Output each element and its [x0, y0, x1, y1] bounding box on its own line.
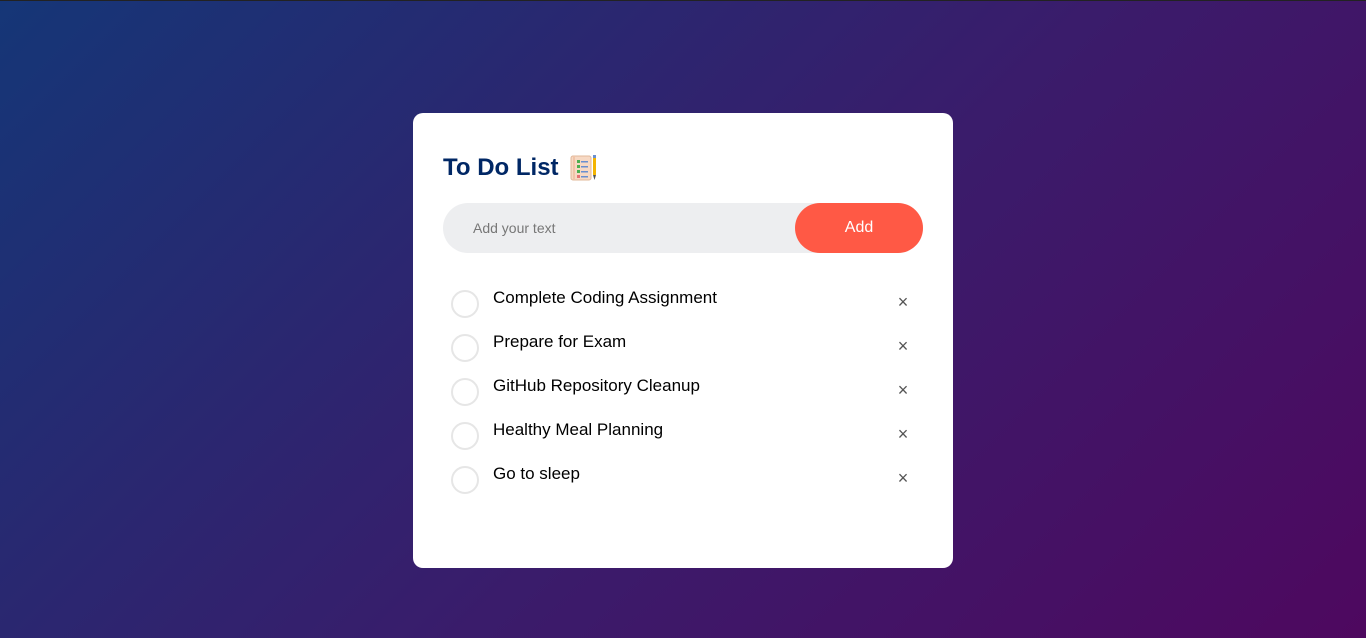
task-text: Prepare for Exam [493, 332, 627, 351]
task-item[interactable]: Go to sleep × [443, 454, 923, 498]
page-title: To Do List [443, 154, 559, 181]
notepad-checklist-icon [569, 153, 599, 183]
task-item[interactable]: Complete Coding Assignment × [443, 278, 923, 322]
unchecked-circle-icon[interactable] [451, 290, 479, 318]
unchecked-circle-icon[interactable] [451, 378, 479, 406]
task-text: Healthy Meal Planning [493, 420, 664, 439]
task-item[interactable]: GitHub Repository Cleanup × [443, 366, 923, 410]
todo-card: To Do List Add Com [413, 113, 953, 568]
close-icon[interactable]: × [893, 336, 913, 356]
task-text: Go to sleep [493, 464, 580, 483]
unchecked-circle-icon[interactable] [451, 334, 479, 362]
add-task-row: Add [443, 203, 923, 253]
task-input[interactable] [443, 203, 795, 253]
unchecked-circle-icon[interactable] [451, 466, 479, 494]
unchecked-circle-icon[interactable] [451, 422, 479, 450]
close-icon[interactable]: × [893, 424, 913, 444]
task-list: Complete Coding Assignment × Prepare for… [443, 278, 923, 498]
add-button[interactable]: Add [795, 203, 923, 253]
title-row: To Do List [443, 153, 923, 183]
close-icon[interactable]: × [893, 380, 913, 400]
close-icon[interactable]: × [893, 292, 913, 312]
task-item[interactable]: Healthy Meal Planning × [443, 410, 923, 454]
task-text: GitHub Repository Cleanup [493, 376, 700, 395]
close-icon[interactable]: × [893, 468, 913, 488]
task-text: Complete Coding Assignment [493, 288, 717, 307]
task-item[interactable]: Prepare for Exam × [443, 322, 923, 366]
